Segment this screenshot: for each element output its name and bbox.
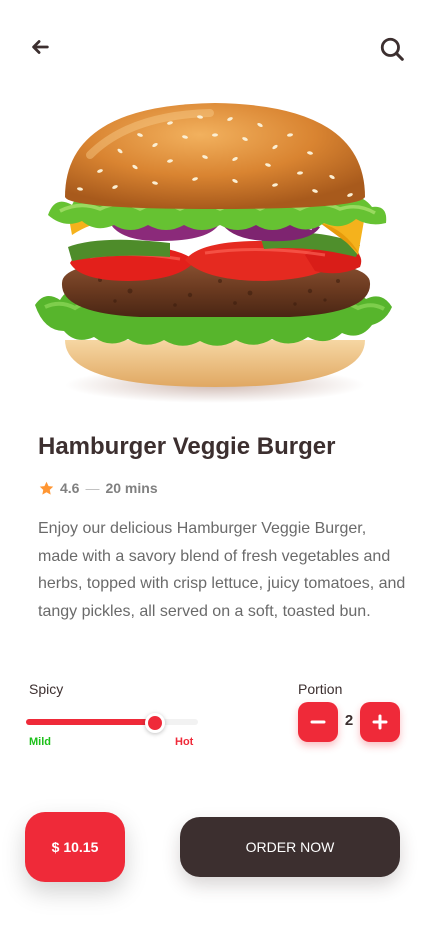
back-button[interactable] — [20, 27, 60, 67]
price-badge: $ 10.15 — [25, 812, 125, 882]
minus-icon — [310, 720, 326, 724]
hamburger-photo — [35, 103, 392, 403]
portion-label: Portion — [298, 681, 343, 697]
rating-value: 4.6 — [60, 480, 80, 496]
search-icon — [380, 37, 404, 61]
prep-time: 20 mins — [105, 480, 158, 496]
order-now-button[interactable]: ORDER NOW — [180, 817, 400, 877]
product-image — [20, 95, 410, 420]
decrease-portion-button[interactable] — [298, 702, 338, 742]
spicy-slider[interactable] — [26, 712, 198, 734]
increase-portion-button[interactable] — [360, 702, 400, 742]
slider-max-label: Hot — [175, 736, 194, 748]
product-meta: 4.6 — 20 mins — [38, 478, 158, 498]
slider-fill — [26, 719, 152, 725]
slider-thumb[interactable] — [145, 713, 165, 733]
meta-separator: — — [85, 480, 100, 496]
search-button[interactable] — [372, 29, 412, 69]
spicy-label: Spicy — [29, 681, 64, 697]
slider-min-label: Mild — [29, 736, 51, 748]
order-now-label: ORDER NOW — [245, 839, 335, 855]
portion-value: 2 — [344, 712, 354, 729]
product-description: Enjoy our delicious Hamburger Veggie Bur… — [38, 520, 406, 620]
plus-icon — [372, 714, 388, 730]
top-bar — [0, 0, 430, 90]
star-icon — [39, 481, 54, 495]
arrow-left-icon — [32, 40, 49, 54]
price-value: $ 10.15 — [51, 839, 99, 855]
product-title: Hamburger Veggie Burger — [38, 433, 336, 460]
